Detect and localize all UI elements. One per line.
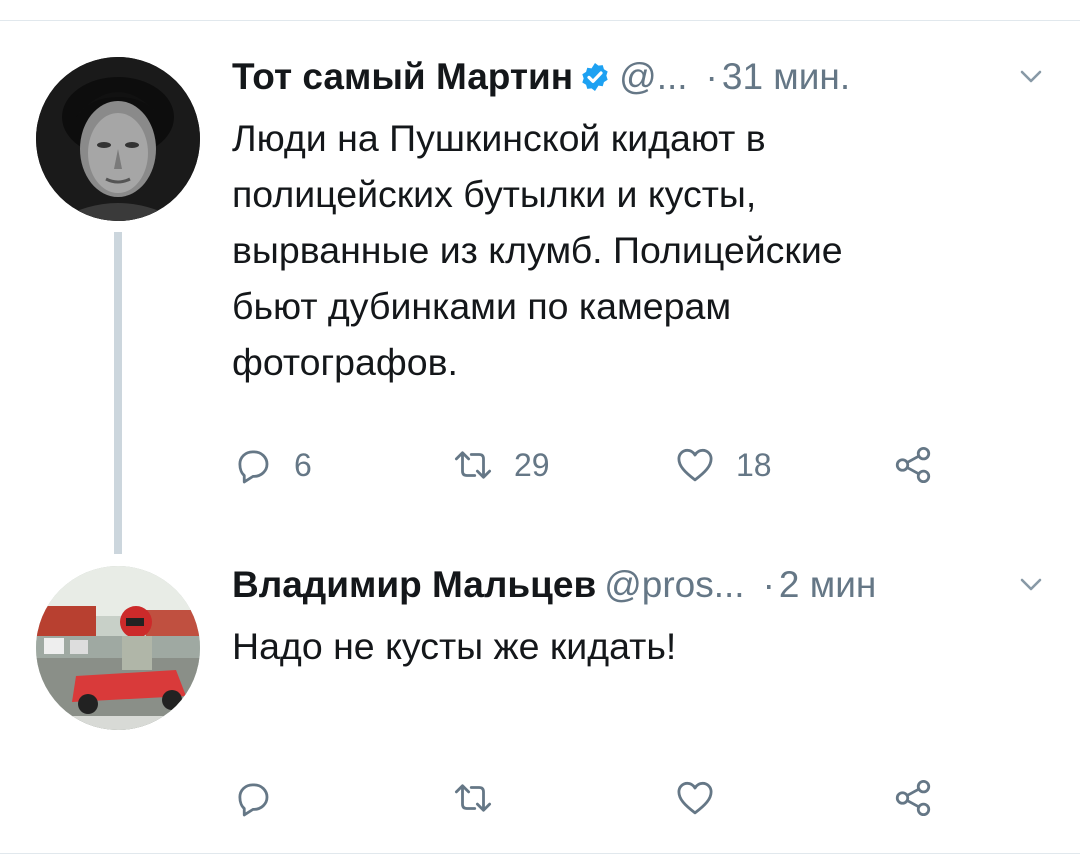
heart-icon [677,448,713,482]
reply-icon [238,783,269,817]
reply-button[interactable] [232,775,294,821]
avatar[interactable] [36,57,200,221]
retweet-icon [454,784,492,812]
avatar[interactable] [36,566,200,730]
separator: · [705,56,718,97]
like-button[interactable]: 18 [674,442,772,488]
retweet-icon [454,451,492,479]
reply-button[interactable]: 6 [232,442,312,488]
reply-count: 6 [294,446,312,483]
author-handle[interactable]: @pros... [604,564,744,605]
reply-icon [238,450,269,484]
avatar-photo [36,566,200,730]
chevron-down-icon[interactable] [1020,578,1042,592]
share-icon [895,779,931,817]
tweet[interactable]: Владимир Мальцев @pros... · 2 мин Надо не к… [0,560,1080,830]
retweet-count: 29 [514,446,550,483]
heart-icon [677,781,713,815]
action-bar [232,775,952,821]
tweet-header: Владимир Мальцев @pros... · 2 мин [232,560,1042,610]
action-bar: 6 29 18 [232,442,952,488]
tweet[interactable]: Тот самый Мартин @... · 31 мин. Люди на Пу… [0,52,1080,522]
tweet-header: Тот самый Мартин @... · 31 мин. [232,52,1042,102]
timestamp[interactable]: 31 мин. [722,56,850,97]
timestamp[interactable]: 2 мин [779,564,876,605]
bottom-divider [0,853,1080,854]
top-divider [0,20,1080,21]
verified-badge-icon [582,63,608,91]
tweet-text: Люди на Пушкинской кидают в полицейских … [232,117,843,383]
separator: · [762,564,775,605]
avatar-photo [36,57,200,221]
like-count: 18 [736,446,772,483]
share-button[interactable] [892,442,934,488]
retweet-button[interactable]: 29 [452,442,550,488]
tweet-text: Надо не кусты же кидать! [232,625,677,667]
share-button[interactable] [892,775,934,821]
share-icon [895,446,931,484]
author-name[interactable]: Владимир Мальцев [232,564,596,605]
author-name[interactable]: Тот самый Мартин [232,56,573,97]
author-handle[interactable]: @... [619,56,687,97]
chevron-down-icon[interactable] [1020,70,1042,84]
retweet-button[interactable] [452,775,514,821]
like-button[interactable] [674,775,736,821]
